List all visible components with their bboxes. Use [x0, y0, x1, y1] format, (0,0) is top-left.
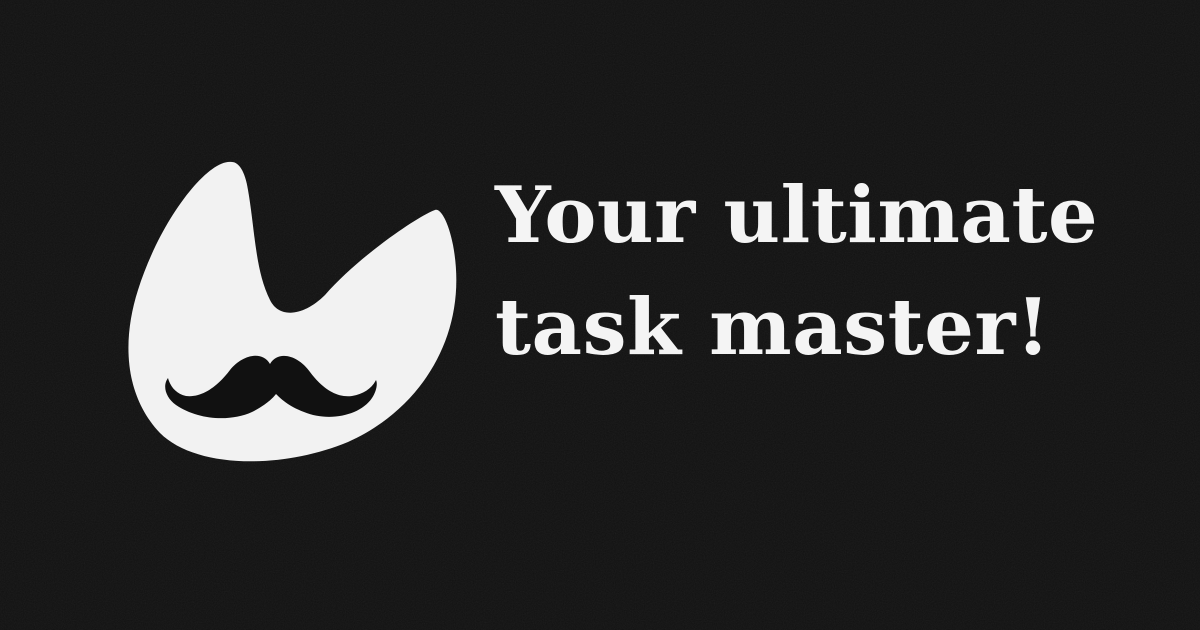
headline-line-1: Your ultimate: [495, 170, 1099, 261]
mustache-drop-logo-icon: [120, 150, 480, 470]
headline: Your ultimate task master!: [495, 160, 1175, 384]
logo-drop-shape: [128, 161, 457, 462]
headline-line-2: task master!: [495, 282, 1051, 373]
